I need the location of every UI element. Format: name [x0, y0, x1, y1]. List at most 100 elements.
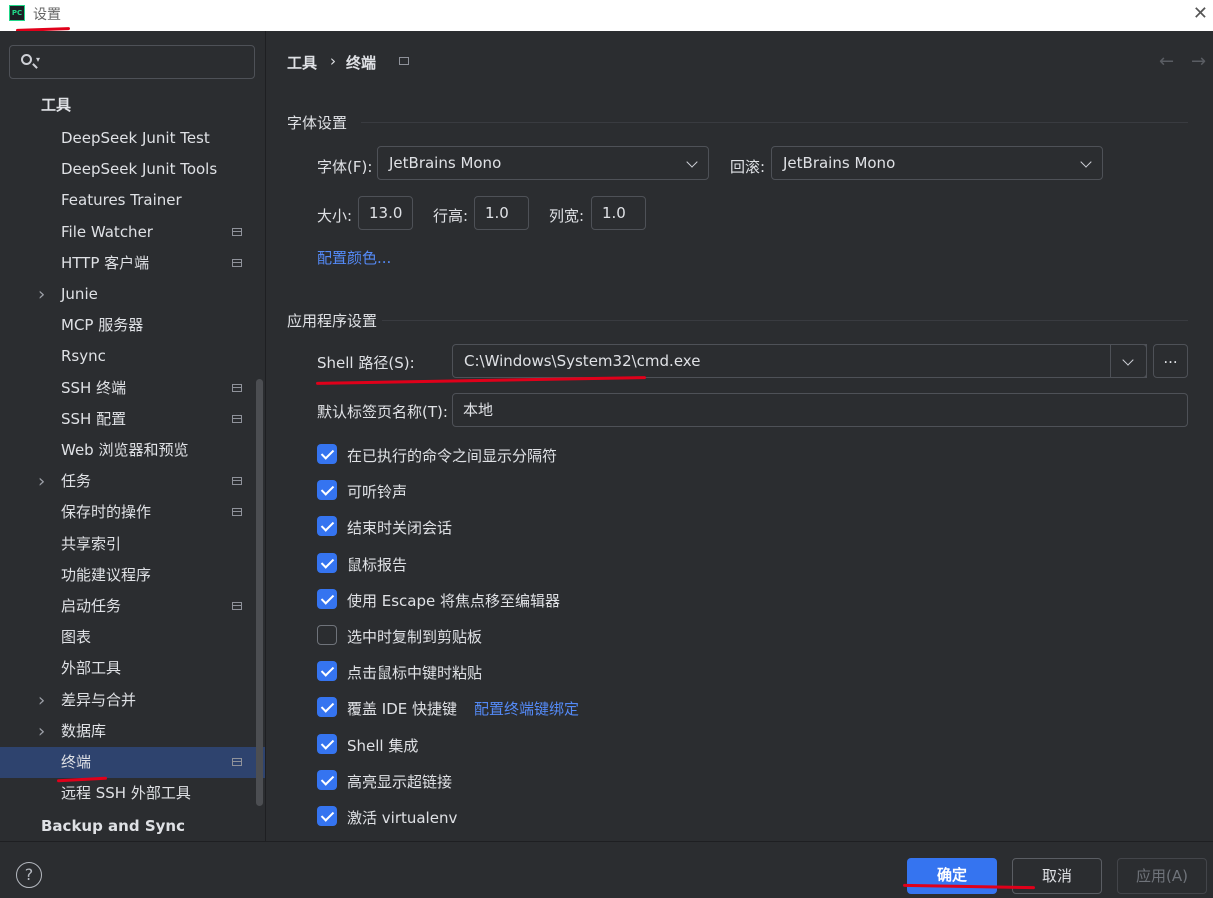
settings-content: 工具 › 终端 ← → 字体设置 字体(F): JetBrains Mono 回… — [266, 31, 1213, 841]
fallback-font-select[interactable]: JetBrains Mono — [771, 146, 1103, 180]
project-scope-icon — [232, 508, 242, 517]
shell-path-label: Shell 路径(S): — [317, 354, 415, 372]
sidebar-item[interactable]: File Watcher — [0, 217, 265, 248]
breadcrumb-parent: 工具 — [287, 54, 318, 72]
sidebar-item[interactable]: 图表 — [0, 622, 265, 653]
option-checkbox[interactable] — [317, 625, 337, 645]
sidebar-item[interactable]: › Junie — [0, 279, 265, 310]
option-checkbox-label[interactable]: Shell 集成 — [347, 735, 418, 756]
project-scope-icon — [232, 758, 242, 766]
sidebar-item[interactable]: 功能建议程序 — [0, 560, 265, 591]
section-separator — [361, 122, 1188, 123]
option-checkbox-label[interactable]: 激活 virtualenv — [347, 807, 457, 828]
chevron-down-icon — [1080, 156, 1092, 168]
chevron-down-icon[interactable]: ▾ — [36, 55, 40, 64]
option-checkbox-label[interactable]: 选中时复制到剪贴板 — [347, 626, 482, 647]
project-scope-icon — [232, 414, 242, 423]
sidebar-item[interactable]: Features Trainer — [0, 185, 265, 216]
chevron-right-icon[interactable]: › — [38, 685, 45, 716]
sidebar-item[interactable]: SSH 配置 — [0, 404, 265, 435]
column-width-label: 列宽: — [549, 207, 585, 225]
option-checkbox[interactable] — [317, 733, 337, 754]
apply-button[interactable]: 应用(A) — [1117, 858, 1207, 894]
sidebar-item-label: Features Trainer — [61, 191, 182, 210]
configure-keybindings-link[interactable]: 配置终端键绑定 — [474, 698, 579, 719]
shell-path-field[interactable]: C:\Windows\System32\cmd.exe — [452, 344, 1147, 378]
project-scope-icon — [232, 227, 242, 236]
size-label: 大小: — [317, 207, 353, 225]
fallback-font-label: 回滚: — [730, 158, 766, 176]
sidebar-item[interactable]: HTTP 客户端 — [0, 248, 265, 279]
close-icon[interactable]: ✕ — [1193, 3, 1208, 24]
help-icon[interactable]: ? — [16, 862, 42, 888]
option-checkbox[interactable] — [317, 516, 337, 537]
chevron-right-icon[interactable]: › — [38, 716, 45, 747]
browse-button[interactable]: ... — [1153, 344, 1188, 378]
option-checkbox-label[interactable]: 鼠标报告 — [347, 554, 407, 575]
option-checkbox-label[interactable]: 可听铃声 — [347, 481, 407, 502]
chevron-down-icon — [1122, 354, 1134, 366]
ok-button[interactable]: 确定 — [907, 858, 997, 894]
font-size-field[interactable]: 13.0 — [358, 196, 413, 230]
chevron-right-icon[interactable]: › — [38, 279, 45, 310]
sidebar-item[interactable]: › 数据库 — [0, 716, 265, 747]
sidebar-item[interactable]: 共享索引 — [0, 529, 265, 560]
shell-path-dropdown[interactable] — [1110, 344, 1147, 378]
option-checkbox[interactable] — [317, 697, 337, 718]
option-checkbox-label[interactable]: 在已执行的命令之间显示分隔符 — [347, 445, 557, 466]
default-tab-name-field[interactable]: 本地 — [452, 393, 1188, 427]
sidebar-item[interactable]: › 任务 — [0, 466, 265, 497]
option-checkbox-label[interactable]: 使用 Escape 将焦点移至编辑器 — [347, 590, 560, 611]
project-scope-icon — [232, 258, 242, 267]
sidebar-item[interactable]: 保存时的操作 — [0, 497, 265, 528]
sidebar-item[interactable]: 外部工具 — [0, 653, 265, 684]
dialog-footer: ? 确定 取消 应用(A) — [0, 841, 1213, 898]
option-checkbox-label[interactable]: 高亮显示超链接 — [347, 771, 452, 792]
sidebar-item-label: MCP 服务器 — [61, 316, 144, 335]
sidebar-item-label: 功能建议程序 — [61, 565, 152, 584]
sidebar-item[interactable]: Rsync — [0, 341, 265, 372]
option-checkbox[interactable] — [317, 806, 337, 826]
breadcrumb-separator: › — [330, 52, 336, 70]
sidebar-item[interactable]: DeepSeek Junit Test — [0, 123, 265, 154]
configure-colors-link[interactable]: 配置颜色... — [317, 247, 391, 268]
option-checkbox[interactable] — [317, 444, 337, 464]
sidebar-item[interactable]: 启动任务 — [0, 591, 265, 622]
sidebar-item[interactable]: 远程 SSH 外部工具 — [0, 778, 265, 809]
option-checkbox[interactable] — [317, 588, 337, 609]
sidebar-item-label: 终端 — [61, 753, 92, 771]
sidebar-item[interactable]: 终端 — [0, 747, 265, 778]
option-checkbox-label[interactable]: 覆盖 IDE 快捷键 — [347, 698, 457, 719]
sidebar-item-label: 任务 — [61, 472, 92, 491]
option-checkbox[interactable] — [317, 552, 337, 573]
sidebar-item[interactable]: Web 浏览器和预览 — [0, 435, 265, 466]
font-select[interactable]: JetBrains Mono — [377, 146, 709, 180]
column-width-field[interactable]: 1.0 — [591, 196, 646, 230]
sidebar-item-label: 共享索引 — [61, 534, 122, 553]
search-input[interactable]: ▾ — [9, 45, 255, 79]
tree-group-tools[interactable]: 工具 — [41, 94, 71, 115]
sidebar-item-label: 图表 — [61, 628, 92, 647]
tree-group-backup-sync[interactable]: Backup and Sync — [41, 817, 185, 835]
sidebar-item-label: SSH 终端 — [61, 378, 127, 397]
option-checkbox-label[interactable]: 点击鼠标中键时粘贴 — [347, 662, 482, 683]
sidebar-item[interactable]: DeepSeek Junit Tools — [0, 154, 265, 185]
chevron-right-icon[interactable]: › — [38, 466, 45, 497]
sidebar-scrollbar[interactable] — [256, 379, 263, 806]
option-checkbox-label[interactable]: 结束时关闭会话 — [347, 517, 452, 538]
sidebar-item[interactable]: MCP 服务器 — [0, 310, 265, 341]
option-checkbox[interactable] — [317, 769, 337, 790]
sidebar-item[interactable]: SSH 终端 — [0, 373, 265, 404]
back-arrow-icon[interactable]: ← — [1159, 51, 1174, 72]
fallback-font-value: JetBrains Mono — [783, 154, 896, 172]
option-checkbox[interactable] — [317, 480, 337, 501]
line-height-field[interactable]: 1.0 — [474, 196, 529, 230]
sidebar-item[interactable]: › 差异与合并 — [0, 685, 265, 716]
font-settings-title: 字体设置 — [287, 114, 348, 132]
sidebar-item-label: Rsync — [61, 347, 106, 366]
option-checkbox[interactable] — [317, 661, 337, 682]
project-scope-icon — [399, 57, 409, 65]
sidebar-item-label: DeepSeek Junit Tools — [61, 160, 218, 179]
project-scope-icon — [232, 477, 242, 486]
forward-arrow-icon[interactable]: → — [1191, 51, 1206, 72]
